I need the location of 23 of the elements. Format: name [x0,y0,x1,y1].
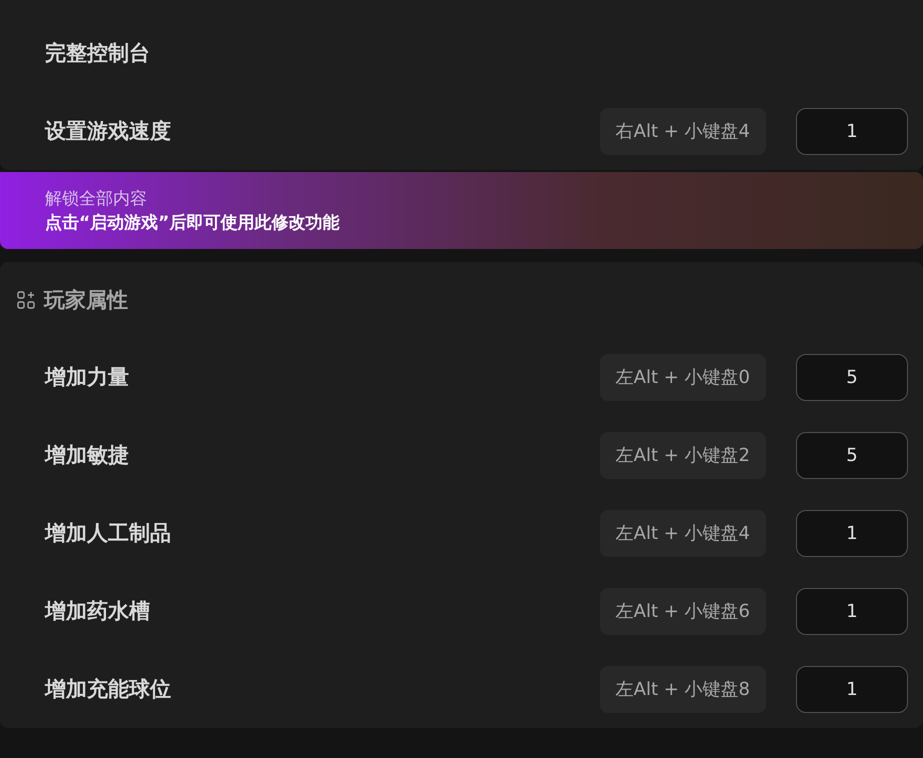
option-label: 设置游戏速度 [45,118,172,145]
option-label: 增加充能球位 [45,676,172,703]
grid-icon [17,291,35,309]
hotkey-label[interactable]: 左Alt + 小键盘4 [600,510,766,556]
option-label: 增加人工制品 [45,520,172,547]
option-label: 完整控制台 [45,40,151,67]
hotkey-label[interactable]: 左Alt + 小键盘2 [600,432,766,478]
option-label: 增加敏捷 [45,442,130,469]
hotkey-label[interactable]: 左Alt + 小键盘8 [600,666,766,712]
banner-message: 点击“启动游戏”后即可使用此修改功能 [45,212,340,234]
hotkey-label[interactable]: 右Alt + 小键盘4 [600,108,766,154]
hotkey-label[interactable]: 左Alt + 小键盘6 [600,588,766,634]
banner-title: 解锁全部内容 [45,188,148,210]
value-input[interactable]: 1 [796,666,908,712]
hotkey-label[interactable]: 左Alt + 小键盘0 [600,354,766,400]
section-title: 玩家属性 [44,287,128,314]
value-input[interactable]: 1 [796,588,908,634]
value-input[interactable]: 1 [796,510,908,556]
value-input[interactable]: 5 [796,432,908,478]
value-input[interactable]: 5 [796,354,908,400]
option-label: 增加药水槽 [45,598,151,625]
value-input[interactable]: 1 [796,108,908,154]
option-label: 增加力量 [45,364,130,391]
